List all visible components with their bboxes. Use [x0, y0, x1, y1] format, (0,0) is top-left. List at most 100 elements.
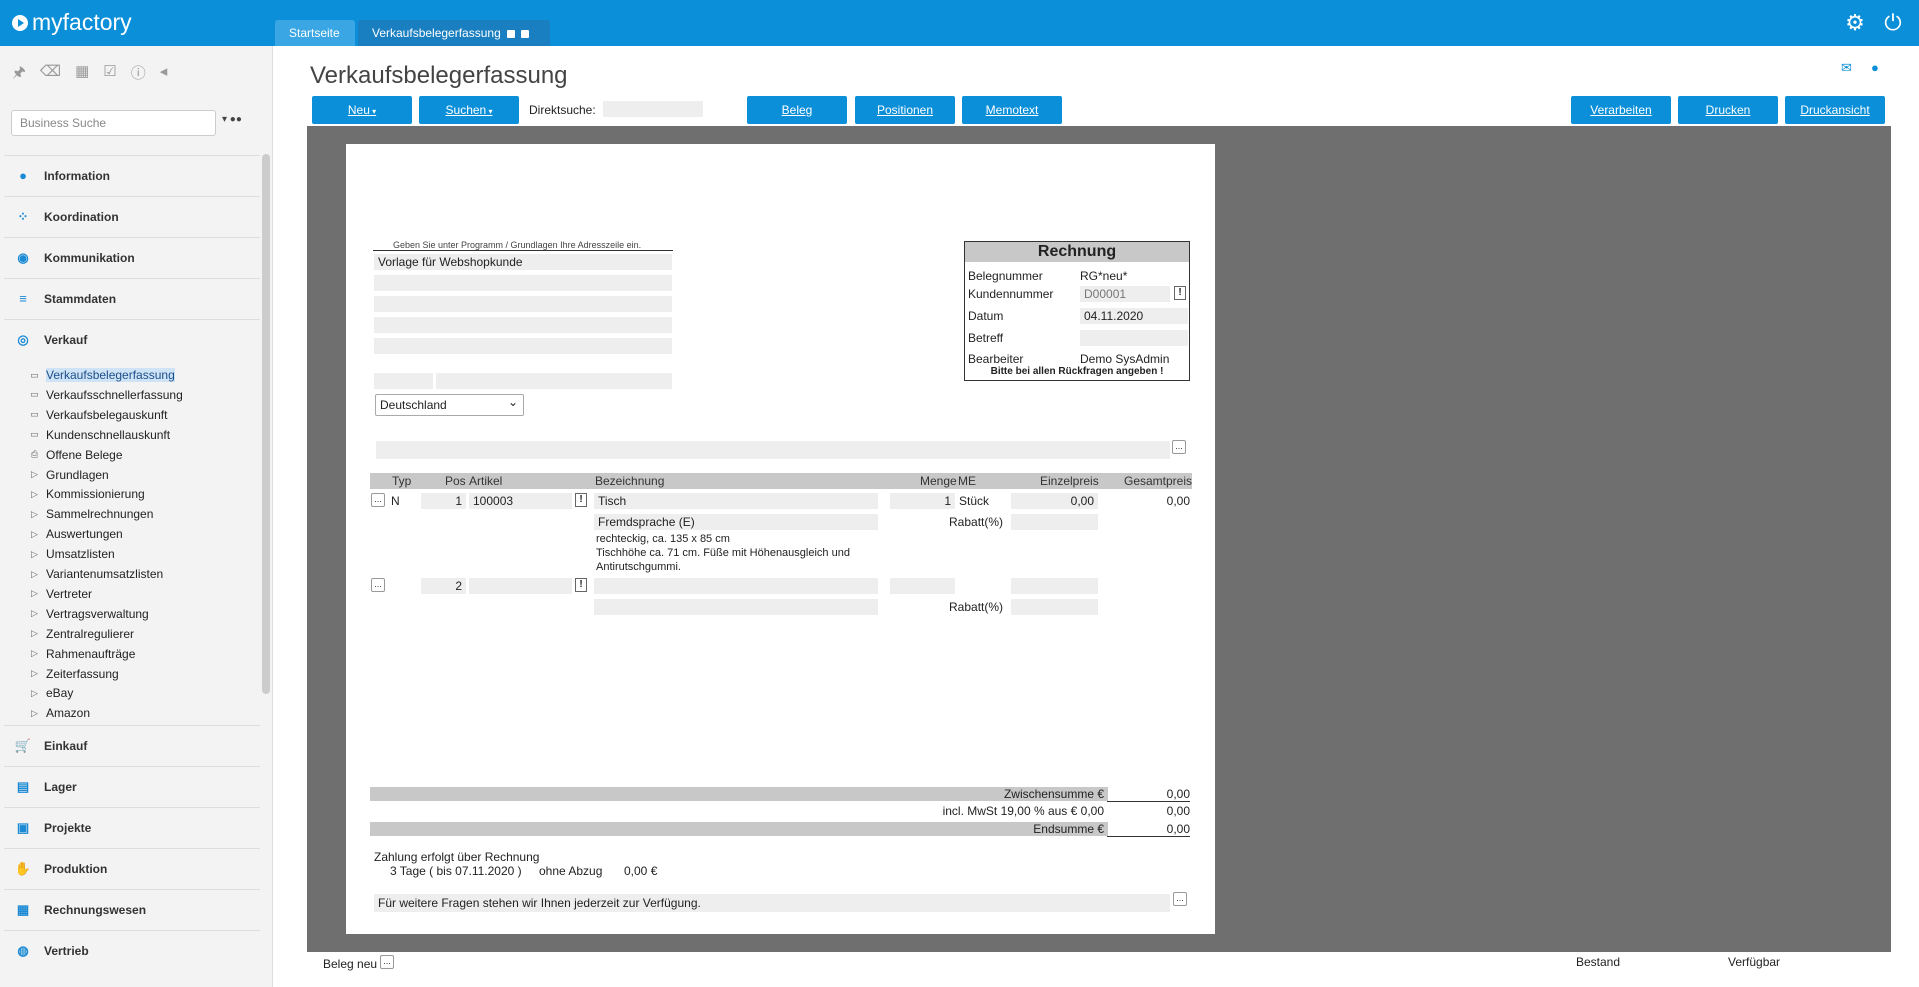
row1-artikel-field[interactable]: 100003: [469, 493, 572, 509]
th-menge: Menge: [920, 474, 957, 488]
suchen-button[interactable]: Suchen: [419, 96, 519, 124]
row1-rabatt-field[interactable]: [1011, 514, 1098, 530]
eraser-icon[interactable]: ⌫: [40, 62, 61, 87]
nav-section-einkauf[interactable]: 🛒 Einkauf: [4, 725, 260, 765]
settings-gear-icon[interactable]: ⚙: [1843, 11, 1867, 35]
invoice-note: Bitte bei allen Rückfragen angeben !: [990, 366, 1164, 377]
tab-verkaufsbelegerfassung[interactable]: Verkaufsbelegerfassung: [358, 20, 550, 64]
triangle-right-icon: ▷: [31, 588, 38, 599]
nav-item-offene-belege[interactable]: ⎙ Offene Belege: [29, 446, 123, 464]
footer-text-more-button[interactable]: ...: [1173, 892, 1187, 906]
sidebar-toolbar: 🖈 ⌫ ▦ ☑ ⓘ ◂: [12, 62, 167, 87]
address-line-5[interactable]: [374, 338, 672, 354]
row1-artikel-lookup-button[interactable]: !: [575, 493, 587, 507]
verarbeiten-button[interactable]: Verarbeiten: [1571, 96, 1671, 124]
nav-item-verkaufsschnellerfassung[interactable]: ▭ Verkaufsschnellerfassung: [29, 386, 183, 404]
nav-section-vertrieb[interactable]: ◍ Vertrieb: [4, 930, 260, 970]
nav-section-produktion[interactable]: ✋ Produktion: [4, 848, 260, 888]
nav-item-umsatzlisten[interactable]: ▷ Umsatzlisten: [29, 545, 115, 563]
row2-pos-field[interactable]: 2: [421, 578, 466, 594]
tab-maximize-icon[interactable]: [521, 29, 530, 38]
address-line-3[interactable]: [374, 296, 672, 312]
kundennummer-field[interactable]: D00001: [1080, 286, 1170, 302]
search-options-icon[interactable]: ▾ ●●: [222, 114, 242, 125]
nav-item-grundlagen[interactable]: ▷ Grundlagen: [29, 466, 109, 484]
row1-pos-field[interactable]: 1: [421, 493, 466, 509]
nav-item-verkaufsbelegerfassung[interactable]: ▭ Verkaufsbelegerfassung: [29, 366, 175, 384]
nav-section-stammdaten[interactable]: ≡ Stammdaten: [4, 278, 260, 318]
row2-more-button[interactable]: ...: [371, 578, 385, 592]
row2-einzelpreis-field[interactable]: [1011, 578, 1098, 594]
nav-item-ebay[interactable]: ▷ eBay: [29, 684, 73, 702]
row2-bezeichnung2-field[interactable]: [594, 599, 878, 615]
nav-item-variantenumsatzlisten[interactable]: ▷ Variantenumsatzlisten: [29, 565, 163, 583]
nav-section-rechnungswesen[interactable]: ▦ Rechnungswesen: [4, 889, 260, 929]
nav-item-zeiterfassung[interactable]: ▷ Zeiterfassung: [29, 665, 119, 683]
druckansicht-button[interactable]: Druckansicht: [1785, 96, 1885, 124]
tab-label: Verkaufsbelegerfassung: [372, 26, 501, 40]
footer-text-field[interactable]: Für weitere Fragen stehen wir Ihnen jede…: [374, 894, 1170, 912]
positionen-button[interactable]: Positionen: [855, 96, 955, 124]
business-search-input[interactable]: Business Suche: [11, 110, 216, 136]
checklist-icon[interactable]: ☑: [103, 62, 116, 87]
row1-me: Stück: [959, 494, 990, 508]
nav-item-verkaufsbelegauskunft[interactable]: ▭ Verkaufsbelegauskunft: [29, 406, 167, 424]
collapse-left-icon[interactable]: ◂: [160, 62, 168, 87]
row1-einzelpreis-field[interactable]: 0,00: [1011, 493, 1098, 509]
pin-icon[interactable]: 🖈: [12, 62, 26, 87]
address-line-4[interactable]: [374, 317, 672, 333]
notification-icon[interactable]: ●: [1871, 60, 1879, 75]
nav-item-zentralregulierer[interactable]: ▷ Zentralregulierer: [29, 625, 134, 643]
header-text-field[interactable]: [376, 441, 1170, 459]
datum-field[interactable]: 04.11.2020: [1080, 308, 1188, 324]
nav-item-kommissionierung[interactable]: ▷ Kommissionierung: [29, 485, 145, 503]
nav-item-rahmenauftr-ge[interactable]: ▷ Rahmenaufträge: [29, 645, 135, 663]
nav-section-verkauf[interactable]: ◎ Verkauf: [4, 319, 260, 359]
tab-startseite[interactable]: Startseite: [275, 20, 355, 46]
nav-section-lager[interactable]: ▤ Lager: [4, 766, 260, 806]
row2-menge-field[interactable]: [890, 578, 955, 594]
beleg-button[interactable]: Beleg: [747, 96, 847, 124]
sidebar-scrollbar[interactable]: [262, 154, 270, 694]
beleg-neu-more-button[interactable]: ...: [380, 955, 394, 969]
app-logo[interactable]: myfactory: [12, 9, 132, 36]
th-pos: Pos: [445, 474, 466, 488]
nav-item-vertreter[interactable]: ▷ Vertreter: [29, 585, 92, 603]
zip-field[interactable]: [374, 373, 433, 389]
info-circle-icon[interactable]: ⓘ: [131, 62, 146, 87]
kundennummer-lookup-button[interactable]: !: [1174, 286, 1186, 300]
address-line-2[interactable]: [374, 275, 672, 291]
address-line-1[interactable]: Vorlage für Webshopkunde: [374, 254, 672, 270]
nav-item-vertragsverwaltung[interactable]: ▷ Vertragsverwaltung: [29, 605, 149, 623]
memotext-button[interactable]: Memotext: [962, 96, 1062, 124]
nav-section-projekte[interactable]: ▣ Projekte: [4, 807, 260, 847]
country-select[interactable]: Deutschland: [375, 392, 524, 416]
city-field[interactable]: [436, 373, 672, 389]
row1-bezeichnung2-field[interactable]: Fremdsprache (E): [594, 514, 878, 530]
mail-icon[interactable]: ✉: [1841, 60, 1852, 76]
nav-item-sammelrechnungen[interactable]: ▷ Sammelrechnungen: [29, 505, 153, 523]
nav-section-information[interactable]: ● Information: [4, 155, 260, 195]
row2-artikel-lookup-button[interactable]: !: [575, 578, 587, 592]
nav-item-auswertungen[interactable]: ▷ Auswertungen: [29, 525, 123, 543]
power-icon[interactable]: ⏻: [1881, 11, 1905, 35]
row2-bezeichnung-field[interactable]: [594, 578, 878, 594]
header-text-more-button[interactable]: ...: [1172, 440, 1186, 454]
calendar-icon[interactable]: ▦: [75, 62, 89, 87]
row2-artikel-field[interactable]: [469, 578, 572, 594]
betreff-field[interactable]: [1080, 330, 1188, 346]
nav-section-koordination[interactable]: ⁘ Koordination: [4, 196, 260, 236]
info-icon: ●: [19, 167, 27, 183]
nav-item-amazon[interactable]: ▷ Amazon: [29, 704, 90, 722]
row2-rabatt-field[interactable]: [1011, 599, 1098, 615]
row1-bezeichnung-field[interactable]: Tisch: [594, 493, 878, 509]
nav-section-kommunikation[interactable]: ◉ Kommunikation: [4, 237, 260, 277]
nav-item-kundenschnellauskunft[interactable]: ▭ Kundenschnellauskunft: [29, 426, 170, 444]
drucken-button[interactable]: Drucken: [1678, 96, 1778, 124]
direktsuche-input[interactable]: [603, 101, 703, 117]
row1-menge-field[interactable]: 1: [890, 493, 955, 509]
row1-more-button[interactable]: ...: [371, 493, 385, 507]
neu-button[interactable]: Neu: [312, 96, 412, 124]
tab-refresh-icon[interactable]: [507, 29, 516, 38]
payment-line1: Zahlung erfolgt über Rechnung: [374, 850, 540, 864]
